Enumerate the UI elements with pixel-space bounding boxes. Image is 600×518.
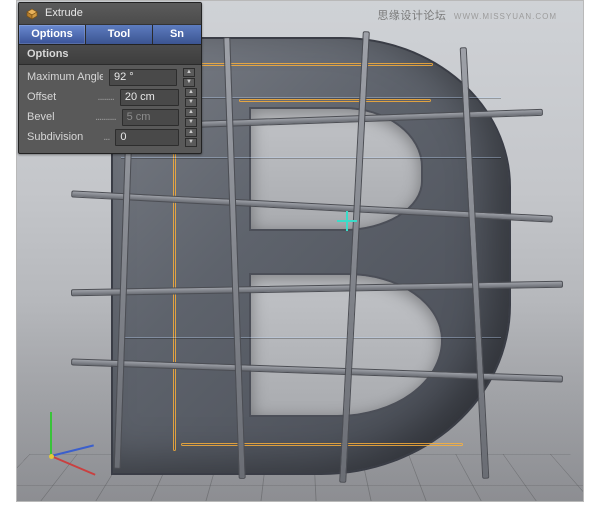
- spinner[interactable]: ▲▼: [185, 88, 197, 107]
- param-label: Maximum Angle: [23, 71, 103, 83]
- spinner[interactable]: ▲▼: [183, 68, 195, 87]
- chevron-up-icon[interactable]: ▲: [185, 128, 197, 137]
- tab-tool[interactable]: Tool: [86, 25, 153, 44]
- param-row-offset: Offset ........ 20 cm ▲▼: [23, 87, 197, 107]
- panel-titlebar[interactable]: Extrude: [19, 3, 201, 25]
- param-label: Bevel: [23, 111, 89, 123]
- spinner: ▲▼: [185, 108, 197, 127]
- panel-title: Extrude: [45, 7, 83, 19]
- selected-edge: [181, 63, 433, 66]
- selected-edge: [239, 99, 431, 102]
- extrude-tool-icon: [25, 6, 39, 20]
- subdivision-field[interactable]: 0: [115, 129, 179, 146]
- tab-snap[interactable]: Sn: [153, 25, 201, 44]
- watermark-text: 思缘设计论坛: [377, 10, 446, 22]
- 3d-cursor: [337, 211, 357, 231]
- panel-tabs: Options Tool Sn: [19, 25, 201, 44]
- chevron-down-icon[interactable]: ▼: [185, 138, 197, 147]
- param-row-subdivision: Subdivision ... 0 ▲▼: [23, 127, 197, 147]
- param-label: Subdivision: [23, 131, 97, 143]
- axis-y-icon: [50, 412, 52, 456]
- watermark-url: WWW.MISSYUAN.COM: [454, 12, 557, 21]
- chevron-down-icon[interactable]: ▼: [183, 78, 195, 87]
- tab-options[interactable]: Options: [19, 25, 86, 44]
- watermark: 思缘设计论坛 WWW.MISSYUAN.COM: [377, 7, 557, 23]
- param-row-maximum-angle: Maximum Angle 92 ° ▲▼: [23, 67, 197, 87]
- dotted-leader: ........: [97, 91, 113, 103]
- chevron-down-icon: ▼: [185, 118, 197, 127]
- axis-origin-icon: [49, 454, 54, 459]
- options-rows: Maximum Angle 92 ° ▲▼ Offset ........ 20…: [19, 65, 201, 153]
- axis-z-icon: [51, 444, 94, 457]
- selected-edge: [181, 443, 463, 446]
- param-row-bevel: Bevel .......... 5 cm ▲▼: [23, 107, 197, 127]
- dotted-leader: ..........: [95, 111, 116, 123]
- chevron-up-icon[interactable]: ▲: [183, 68, 195, 77]
- extrude-panel[interactable]: Extrude Options Tool Sn Options Maximum …: [18, 2, 202, 154]
- axis-gizmo[interactable]: [51, 397, 111, 457]
- param-label: Offset: [23, 91, 91, 103]
- chevron-up-icon[interactable]: ▲: [185, 88, 197, 97]
- spinner[interactable]: ▲▼: [185, 128, 197, 147]
- dotted-leader: ...: [103, 131, 109, 143]
- bevel-field: 5 cm: [122, 109, 179, 126]
- section-header-options: Options: [19, 44, 201, 65]
- chevron-down-icon[interactable]: ▼: [185, 98, 197, 107]
- chevron-up-icon: ▲: [185, 108, 197, 117]
- maximum-angle-field[interactable]: 92 °: [109, 69, 177, 86]
- offset-field[interactable]: 20 cm: [120, 89, 179, 106]
